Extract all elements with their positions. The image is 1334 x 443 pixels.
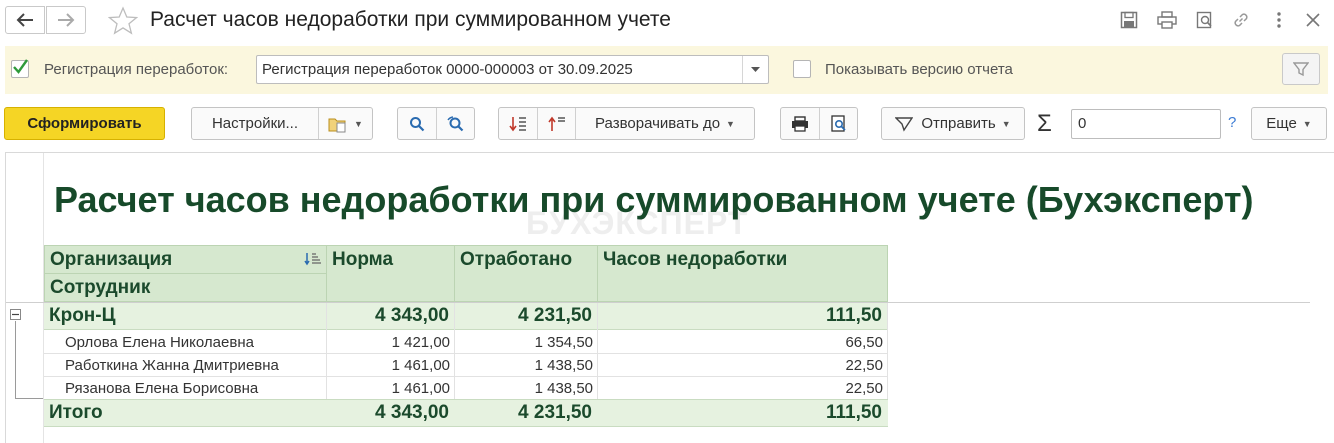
expand-tree-icon [509, 116, 526, 131]
row-divider [44, 353, 888, 354]
generate-button[interactable]: Сформировать [4, 107, 165, 140]
employee-name: Орлова Елена Николаевна [65, 334, 254, 351]
registration-label: Регистрация переработок: [44, 61, 229, 78]
column-divider [454, 303, 455, 399]
header-worked: Отработано [454, 245, 598, 302]
sum-icon: Σ [1037, 110, 1052, 137]
total-label: Итого [49, 402, 103, 423]
expand-to-label: Разворачивать до [595, 115, 721, 132]
send-icon [895, 116, 914, 132]
header-shortfall: Часов недоработки [597, 245, 888, 302]
registration-select[interactable]: Регистрация переработок 0000-000003 от 3… [256, 55, 769, 84]
group-name: Крон-Ц [49, 305, 116, 326]
report-parameters-panel: Регистрация переработок: Регистрация пер… [5, 46, 1328, 94]
total-norm: 4 343,00 [375, 402, 449, 423]
group-tree-line-end [15, 398, 43, 399]
variants-button[interactable]: ▼ [318, 108, 372, 139]
chevron-down-icon: ▼ [726, 118, 735, 129]
sort-icon[interactable] [304, 252, 322, 266]
group-norm: 4 343,00 [375, 305, 449, 326]
chevron-down-icon: ▼ [354, 118, 363, 129]
collapse-all-button[interactable] [537, 108, 575, 139]
column-divider [597, 303, 598, 399]
expand-all-button[interactable] [499, 108, 537, 139]
employee-norm: 1 461,00 [391, 380, 450, 397]
employee-worked: 1 354,50 [534, 334, 593, 351]
send-button[interactable]: Отправить ▼ [881, 107, 1025, 140]
header-employee: Сотрудник [44, 273, 327, 302]
column-divider [887, 303, 888, 399]
chevron-down-icon [751, 67, 760, 72]
employee-shortfall: 22,50 [845, 380, 883, 397]
save-icon[interactable] [1118, 9, 1140, 31]
total-shortfall: 111,50 [825, 402, 882, 423]
show-version-checkbox[interactable] [793, 60, 811, 78]
favorite-star-icon[interactable] [107, 6, 139, 36]
total-worked: 4 231,50 [518, 402, 592, 423]
print-icon[interactable] [1156, 9, 1178, 31]
window-title: Расчет часов недоработки при суммированн… [150, 8, 671, 31]
group-shortfall: 111,50 [825, 305, 882, 326]
group-worked: 4 231,50 [518, 305, 592, 326]
filter-button[interactable] [1282, 53, 1320, 85]
sum-field[interactable]: 0 [1071, 109, 1221, 139]
folder-icon [328, 118, 346, 132]
more-label: Еще [1266, 115, 1297, 132]
employee-worked: 1 438,50 [534, 357, 593, 374]
title-bar: Расчет часов недоработки при суммированн… [0, 0, 1334, 42]
help-link[interactable]: ? [1228, 114, 1236, 131]
print-group [780, 107, 858, 140]
collapse-tree-icon [547, 116, 565, 131]
close-icon[interactable] [1302, 9, 1324, 31]
filter-icon [1293, 62, 1309, 77]
registration-value: Регистрация переработок 0000-000003 от 3… [262, 61, 633, 78]
search-refresh-icon [446, 115, 463, 131]
find-next-button[interactable] [436, 108, 474, 139]
more-button[interactable]: Еще ▼ [1251, 107, 1327, 140]
group-tree-line [15, 321, 16, 399]
employee-name: Рязанова Елена Борисовна [65, 380, 259, 397]
settings-button[interactable]: Настройки... [192, 108, 318, 139]
column-divider [326, 303, 327, 399]
registration-checkbox[interactable] [11, 59, 29, 78]
checkmark-icon [13, 59, 28, 74]
print-preview-button[interactable] [819, 108, 857, 139]
forward-button[interactable] [46, 6, 86, 34]
row-divider [44, 376, 888, 377]
header-organization: Организация [44, 245, 327, 274]
report-document[interactable]: БУХЭКСПЕРТ Расчет часов недоработки при … [5, 152, 1334, 443]
grouping-group: Разворачивать до ▼ [498, 107, 755, 140]
search-icon [410, 116, 425, 131]
arrow-left-icon [16, 13, 33, 27]
employee-norm: 1 461,00 [391, 357, 450, 374]
chevron-down-icon: ▼ [1302, 118, 1312, 129]
preview-icon[interactable] [1194, 9, 1216, 31]
report-title: Расчет часов недоработки при суммированн… [54, 179, 1254, 220]
collapse-group-icon[interactable] [10, 309, 21, 320]
settings-group: Настройки... ▼ [191, 107, 373, 140]
more-vertical-icon[interactable] [1268, 9, 1290, 31]
print-button[interactable] [781, 108, 819, 139]
header-norm: Норма [326, 245, 455, 302]
search-group [397, 107, 475, 140]
dropdown-button[interactable] [742, 56, 768, 83]
show-version-label: Показывать версию отчета [825, 61, 1013, 78]
link-icon[interactable] [1230, 9, 1252, 31]
preview-icon [830, 114, 846, 132]
arrow-right-icon [58, 13, 75, 27]
expand-to-button[interactable]: Разворачивать до ▼ [575, 108, 754, 139]
send-label: Отправить [921, 115, 996, 132]
employee-norm: 1 421,00 [391, 334, 450, 351]
find-button[interactable] [398, 108, 436, 139]
employee-worked: 1 438,50 [534, 380, 593, 397]
employee-shortfall: 66,50 [845, 334, 883, 351]
chevron-down-icon: ▼ [1001, 118, 1011, 129]
back-button[interactable] [5, 6, 45, 34]
employee-shortfall: 22,50 [845, 357, 883, 374]
employee-name: Работкина Жанна Дмитриевна [65, 357, 279, 374]
print-icon [792, 115, 808, 132]
